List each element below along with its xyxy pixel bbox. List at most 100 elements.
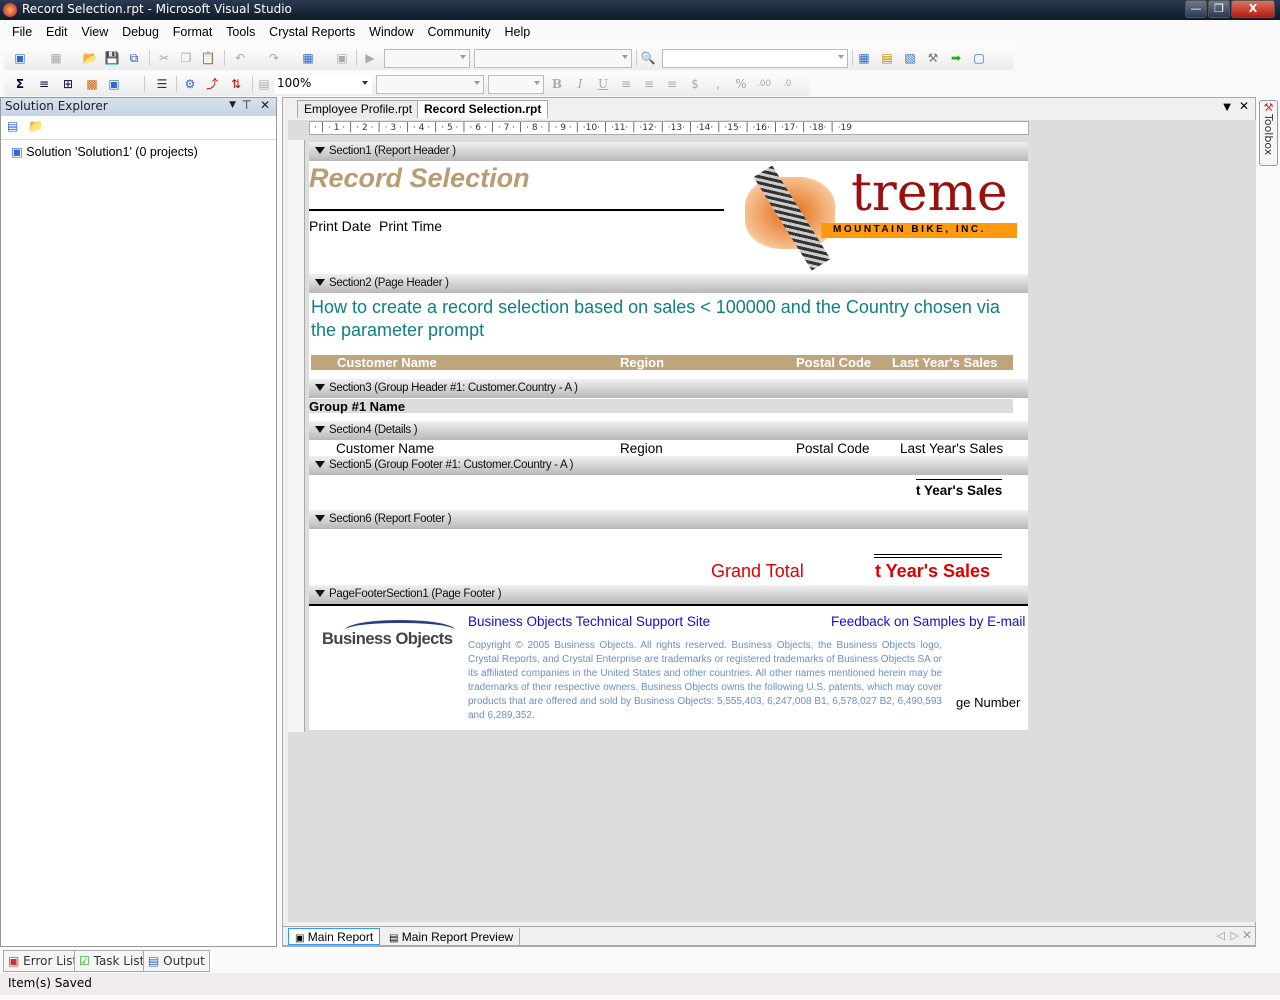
percent-icon[interactable]: % [733,76,749,92]
start-debug-icon[interactable]: ▶ [362,50,378,66]
section-bar-details[interactable]: Section4 (Details ) [309,421,1028,440]
grand-total-label[interactable]: Grand Total [711,561,804,582]
italic-icon[interactable]: I [572,76,588,92]
insert-subreport-icon[interactable]: ⊞ [60,76,76,92]
align-center-icon[interactable]: ≡ [641,76,657,92]
tech-support-link[interactable]: Business Objects Technical Support Site [468,614,710,629]
section-bar-page-footer[interactable]: PageFooterSection1 (Page Footer ) [309,585,1028,604]
font-name-combo[interactable] [376,75,484,94]
tab-main-report-preview[interactable]: ▤ Main Report Preview [383,928,521,945]
save-all-icon[interactable]: ⧉ [126,50,142,66]
tab-output[interactable]: ▤ Output [143,950,210,972]
section-bar-page-header[interactable]: Section2 (Page Header ) [309,274,1028,293]
align-left-icon[interactable]: ≡ [618,76,634,92]
menu-tools[interactable]: Tools [221,22,260,42]
detail-last-years-sales[interactable]: Last Year's Sales [900,441,1003,456]
feedback-link[interactable]: Feedback on Samples by E-mail [831,614,1025,629]
xtreme-logo[interactable]: treme MOUNTAIN BIKE, INC. [741,163,1019,271]
print-time-field[interactable]: Print Time [379,218,442,234]
thousands-separator-icon[interactable]: , [710,76,726,92]
copy-icon[interactable]: ❐ [178,50,194,66]
group-name-field[interactable]: Group #1 Name [309,399,405,414]
open-file-icon[interactable]: 📂 [82,50,98,66]
menu-edit[interactable]: Edit [41,22,73,42]
insert-chart-icon[interactable]: ▩ [84,76,100,92]
menu-window[interactable]: Window [364,22,418,42]
grand-total-value[interactable]: t Year's Sales [875,561,990,582]
minimize-button[interactable]: — [1185,0,1207,18]
cut-icon[interactable]: ✂ [156,50,172,66]
bold-icon[interactable]: B [549,76,565,92]
save-icon[interactable]: 💾 [104,50,120,66]
group-sales-subtotal[interactable]: t Year's Sales [916,483,1002,498]
toggle-field-view-icon[interactable]: ☰ [154,76,170,92]
menu-debug[interactable]: Debug [117,22,164,42]
tab-employee-profile[interactable]: Employee Profile.rpt [297,100,420,118]
solution-explorer-icon[interactable]: ▦ [856,50,872,66]
solution-platform-combo[interactable] [474,49,632,68]
section-bar-group-footer[interactable]: Section5 (Group Footer #1: Customer.Coun… [309,456,1028,475]
navigate-icon[interactable]: ▦ [300,50,316,66]
collapse-triangle-icon[interactable] [315,279,325,287]
menu-file[interactable]: File [7,22,37,42]
collapse-triangle-icon[interactable] [315,515,325,523]
decrease-decimals-icon[interactable]: .0 [779,76,795,92]
font-size-combo[interactable] [488,75,544,94]
col-header-region[interactable]: Region [620,355,664,370]
tab-main-report[interactable]: ▣ Main Report [288,928,381,945]
toolbox-tools-icon[interactable]: ⚒ [925,50,941,66]
maximize-button[interactable]: ❐ [1208,0,1230,18]
insert-group-icon[interactable]: ≡ [36,76,52,92]
insert-picture-icon[interactable]: ▣ [106,76,122,92]
paste-icon[interactable]: 📋 [200,50,216,66]
add-item-icon[interactable]: ▦ [48,50,64,66]
collapse-triangle-icon[interactable] [315,147,325,155]
report-title[interactable]: Record Selection [309,163,530,194]
sort-expert-icon[interactable]: ⇅ [228,76,244,92]
underline-icon[interactable]: U [595,76,611,92]
tab-list-dropdown-icon[interactable]: ▼ [1223,102,1231,113]
page-number-field[interactable]: ge Number [956,695,1020,710]
zoom-combo[interactable]: 100% [274,75,372,94]
properties-icon[interactable]: ▤ [879,50,895,66]
col-header-customer-name[interactable]: Customer Name [337,355,437,370]
scroll-left-icon[interactable]: ◁ [1217,929,1225,942]
tab-record-selection[interactable]: Record Selection.rpt [417,100,549,118]
menu-community[interactable]: Community [422,22,495,42]
report-preview-icon[interactable]: ▤ [256,76,272,92]
report-description[interactable]: How to create a record selection based o… [311,296,1011,342]
start-page-icon[interactable]: ➡ [948,50,964,66]
select-expert-icon[interactable]: ⚙ [182,76,198,92]
close-panel-icon[interactable]: ✕ [260,98,270,112]
close-document-icon[interactable]: ✕ [1239,99,1249,113]
section-bar-group-header[interactable]: Section3 (Group Header #1: Customer.Coun… [309,379,1028,398]
collapse-triangle-icon[interactable] [315,384,325,392]
section-bar-report-footer[interactable]: Section6 (Report Footer ) [309,510,1028,529]
toolbox-tab[interactable]: ⚒ Toolbox [1259,100,1278,166]
menu-help[interactable]: Help [499,22,535,42]
solution-config-combo[interactable] [384,49,470,68]
close-button[interactable]: X [1231,0,1275,18]
pin-icon[interactable]: ⊤ [242,98,252,112]
find-in-files-icon[interactable]: 🔍 [640,50,656,66]
command-window-icon[interactable]: ▢ [971,50,987,66]
menu-crystal-reports[interactable]: Crystal Reports [264,22,360,42]
detail-postal-code[interactable]: Postal Code [796,441,870,456]
collapse-triangle-icon[interactable] [315,461,325,469]
navigate-forward-icon[interactable]: ▣ [334,50,350,66]
tab-task-list[interactable]: ☑ Task List [74,950,150,972]
tab-error-list[interactable]: ▣ Error List [3,950,83,972]
print-date-field[interactable]: Print Date [309,218,371,234]
close-view-icon[interactable]: ✕ [1242,928,1252,942]
show-all-files-icon[interactable]: 📁 [28,119,43,133]
col-header-postal-code[interactable]: Postal Code [796,355,871,370]
menu-format[interactable]: Format [168,22,218,42]
increase-decimals-icon[interactable]: .00 [756,76,772,92]
undo-icon[interactable]: ↶ [232,50,248,66]
solution-node[interactable]: ▣ Solution 'Solution1' (0 projects) [1,140,276,163]
align-right-icon[interactable]: ≡ [664,76,680,92]
detail-region[interactable]: Region [620,441,663,456]
menu-view[interactable]: View [76,22,113,42]
properties-icon[interactable]: ▤ [7,119,18,133]
section-bar-report-header[interactable]: Section1 (Report Header ) [309,142,1028,161]
